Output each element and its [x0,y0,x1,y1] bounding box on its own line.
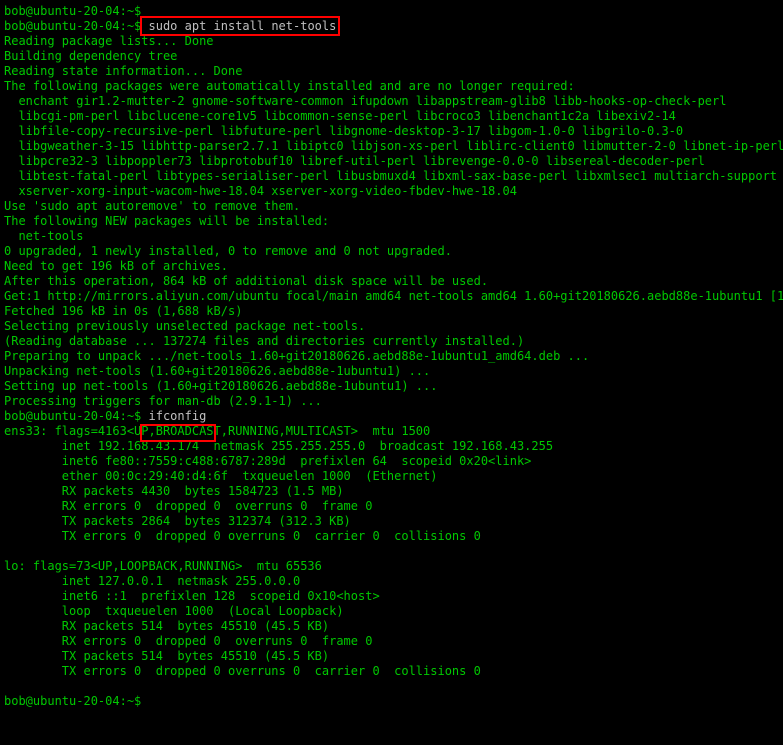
terminal-line: inet 127.0.0.1 netmask 255.0.0.0 [4,574,300,588]
terminal-line: TX errors 0 dropped 0 overruns 0 carrier… [4,664,481,678]
shell-text: inet6 ::1 prefixlen 128 scopeid 0x10<hos… [4,589,380,603]
terminal-line: After this operation, 864 kB of addition… [4,274,488,288]
terminal-line: lo: flags=73<UP,LOOPBACK,RUNNING> mtu 65… [4,559,322,573]
terminal-line: TX packets 514 bytes 45510 (45.5 KB) [4,649,329,663]
shell-text: enchant gir1.2-mutter-2 gnome-software-c… [4,94,726,108]
shell-text: RX packets 514 bytes 45510 (45.5 KB) [4,619,329,633]
terminal-line: loop txqueuelen 1000 (Local Loopback) [4,604,344,618]
shell-text: Get:1 http://mirrors.aliyun.com/ubuntu f… [4,289,783,303]
terminal-line: RX errors 0 dropped 0 overruns 0 frame 0 [4,499,372,513]
terminal-line: Use 'sudo apt autoremove' to remove them… [4,199,300,213]
shell-text: (Reading database ... 137274 files and d… [4,334,524,348]
shell-text: Need to get 196 kB of archives. [4,259,228,273]
terminal-line: ether 00:0c:29:40:d4:6f txqueuelen 1000 … [4,469,437,483]
terminal-line: libfile-copy-recursive-perl libfuture-pe… [4,124,683,138]
terminal-line: ens33: flags=4163<UP,BROADCAST,RUNNING,M… [4,424,430,438]
shell-prompt: bob@ubuntu-20-04:~$ [4,19,149,33]
terminal-line: bob@ubuntu-20-04:~$ ifconfig [4,409,206,423]
shell-text: loop txqueuelen 1000 (Local Loopback) [4,604,344,618]
terminal-line: bob@ubuntu-20-04:~$ sudo apt install net… [4,19,336,33]
terminal-line: Get:1 http://mirrors.aliyun.com/ubuntu f… [4,289,783,303]
terminal-line: (Reading database ... 137274 files and d… [4,334,524,348]
terminal-line: enchant gir1.2-mutter-2 gnome-software-c… [4,94,726,108]
shell-text: Unpacking net-tools (1.60+git20180626.ae… [4,364,430,378]
shell-text: RX packets 4430 bytes 1584723 (1.5 MB) [4,484,344,498]
terminal-line: Selecting previously unselected package … [4,319,365,333]
terminal-line: RX packets 4430 bytes 1584723 (1.5 MB) [4,484,344,498]
terminal-line: inet6 ::1 prefixlen 128 scopeid 0x10<hos… [4,589,380,603]
terminal-line: TX errors 0 dropped 0 overruns 0 carrier… [4,529,481,543]
shell-prompt: bob@ubuntu-20-04:~$ [4,4,149,18]
shell-text: inet 192.168.43.174 netmask 255.255.255.… [4,439,553,453]
shell-text: 0 upgraded, 1 newly installed, 0 to remo… [4,244,452,258]
terminal-line: RX errors 0 dropped 0 overruns 0 frame 0 [4,634,372,648]
shell-text: Use 'sudo apt autoremove' to remove them… [4,199,300,213]
terminal-line: xserver-xorg-input-wacom-hwe-18.04 xserv… [4,184,517,198]
shell-text: RX errors 0 dropped 0 overruns 0 frame 0 [4,634,372,648]
terminal-line: Unpacking net-tools (1.60+git20180626.ae… [4,364,430,378]
terminal-line: Setting up net-tools (1.60+git20180626.a… [4,379,437,393]
terminal-line: Preparing to unpack .../net-tools_1.60+g… [4,349,589,363]
shell-text: Building dependency tree [4,49,177,63]
terminal-line: libpcre32-3 libpoppler73 libprotobuf10 l… [4,154,705,168]
shell-text: Processing triggers for man-db (2.9.1-1)… [4,394,322,408]
terminal-line: inet6 fe80::7559:c488:6787:289d prefixle… [4,454,531,468]
shell-text: Selecting previously unselected package … [4,319,365,333]
shell-text: Fetched 196 kB in 0s (1,688 kB/s) [4,304,242,318]
terminal-line: 0 upgraded, 1 newly installed, 0 to remo… [4,244,452,258]
shell-text: net-tools [4,229,83,243]
shell-text: lo: flags=73<UP,LOOPBACK,RUNNING> mtu 65… [4,559,322,573]
shell-text: libtest-fatal-perl libtypes-serialiser-p… [4,169,777,183]
shell-text: libcgi-pm-perl libclucene-core1v5 libcom… [4,109,676,123]
shell-text: After this operation, 864 kB of addition… [4,274,488,288]
terminal-line: Reading package lists... Done [4,34,214,48]
terminal-line: The following NEW packages will be insta… [4,214,329,228]
shell-command: ifconfig [149,409,207,423]
shell-text: ether 00:0c:29:40:d4:6f txqueuelen 1000 … [4,469,437,483]
shell-text: libpcre32-3 libpoppler73 libprotobuf10 l… [4,154,705,168]
shell-text: libfile-copy-recursive-perl libfuture-pe… [4,124,683,138]
shell-text: xserver-xorg-input-wacom-hwe-18.04 xserv… [4,184,517,198]
terminal-line: The following packages were automaticall… [4,79,575,93]
terminal-line: Building dependency tree [4,49,177,63]
terminal-line: net-tools [4,229,83,243]
shell-prompt: bob@ubuntu-20-04:~$ [4,409,149,423]
shell-text: TX packets 514 bytes 45510 (45.5 KB) [4,649,329,663]
shell-text: Preparing to unpack .../net-tools_1.60+g… [4,349,589,363]
terminal-line: inet 192.168.43.174 netmask 255.255.255.… [4,439,553,453]
shell-text: TX errors 0 dropped 0 overruns 0 carrier… [4,664,481,678]
shell-text: The following NEW packages will be insta… [4,214,329,228]
shell-text: inet6 fe80::7559:c488:6787:289d prefixle… [4,454,531,468]
shell-prompt: bob@ubuntu-20-04:~$ [4,694,149,708]
terminal-line: Fetched 196 kB in 0s (1,688 kB/s) [4,304,242,318]
terminal-line: bob@ubuntu-20-04:~$ [4,4,149,18]
terminal-line: Processing triggers for man-db (2.9.1-1)… [4,394,322,408]
shell-text: ens33: flags=4163<UP,BROADCAST,RUNNING,M… [4,424,430,438]
shell-command: sudo apt install net-tools [149,19,337,33]
terminal-line: libtest-fatal-perl libtypes-serialiser-p… [4,169,777,183]
shell-text: Reading state information... Done [4,64,242,78]
shell-text: TX packets 2864 bytes 312374 (312.3 KB) [4,514,351,528]
terminal-line: Need to get 196 kB of archives. [4,259,228,273]
shell-text: inet 127.0.0.1 netmask 255.0.0.0 [4,574,300,588]
shell-text: The following packages were automaticall… [4,79,575,93]
terminal-line: RX packets 514 bytes 45510 (45.5 KB) [4,619,329,633]
terminal-line: libcgi-pm-perl libclucene-core1v5 libcom… [4,109,676,123]
shell-text: Reading package lists... Done [4,34,214,48]
shell-text: RX errors 0 dropped 0 overruns 0 frame 0 [4,499,372,513]
terminal-line: TX packets 2864 bytes 312374 (312.3 KB) [4,514,351,528]
shell-text: Setting up net-tools (1.60+git20180626.a… [4,379,437,393]
shell-text: TX errors 0 dropped 0 overruns 0 carrier… [4,529,481,543]
shell-text: libgweather-3-15 libhttp-parser2.7.1 lib… [4,139,783,153]
terminal-line: libgweather-3-15 libhttp-parser2.7.1 lib… [4,139,783,153]
terminal-line: Reading state information... Done [4,64,242,78]
terminal-line: bob@ubuntu-20-04:~$ [4,694,149,708]
terminal-output[interactable]: bob@ubuntu-20-04:~$ bob@ubuntu-20-04:~$ … [0,0,783,713]
